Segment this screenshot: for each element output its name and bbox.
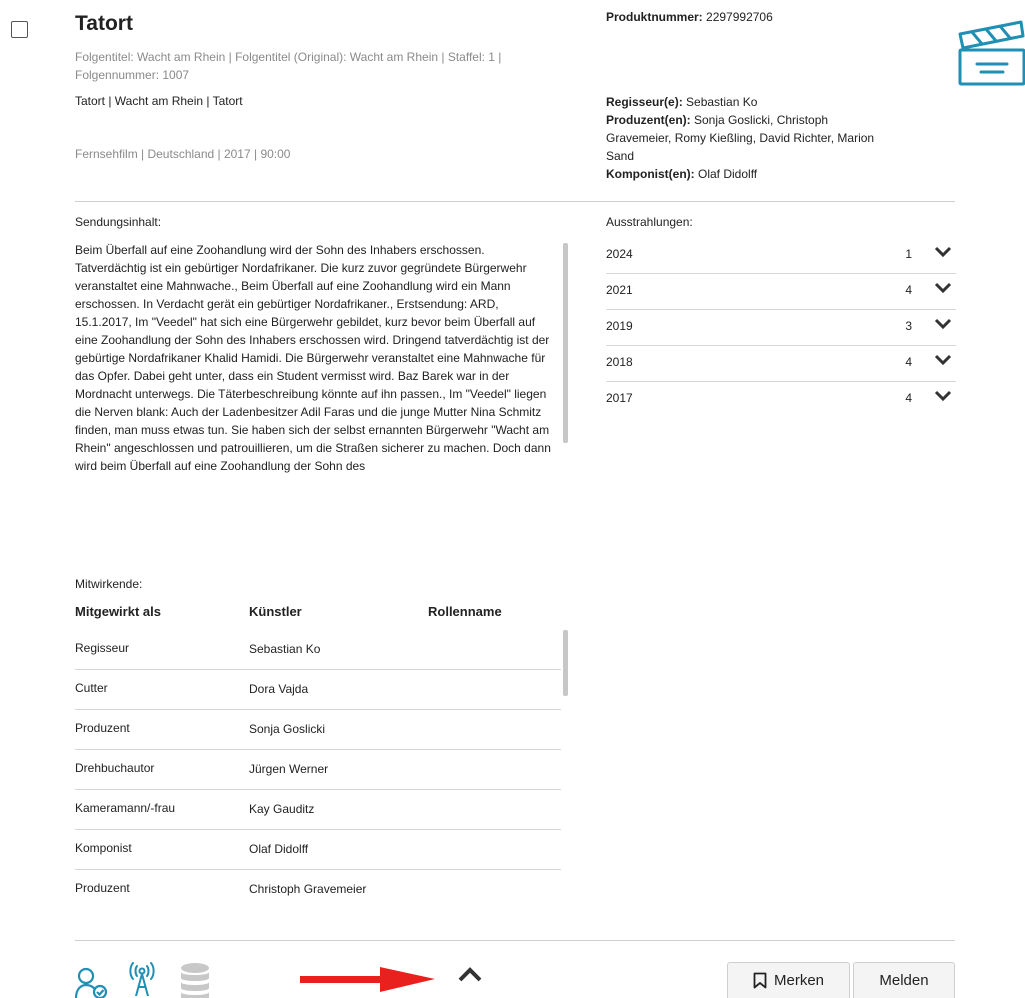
crew-col-artist: Künstler (249, 604, 302, 619)
table-row: Cutter Dora Vajda (75, 670, 561, 710)
airing-count: 1 (905, 247, 912, 261)
table-row: Komponist Olaf Didolff (75, 830, 561, 870)
airing-row-2017[interactable]: 2017 4 (606, 382, 956, 418)
header-divider (75, 201, 955, 202)
airing-count: 3 (905, 319, 912, 333)
crew-role: Komponist (75, 841, 132, 855)
crew-role: Produzent (75, 721, 130, 735)
content-text: Beim Überfall auf eine Zoohandlung wird … (75, 243, 551, 473)
product-number-label: Produktnummer: (606, 10, 703, 24)
airing-count: 4 (905, 283, 912, 297)
airings-label: Ausstrahlungen: (606, 215, 693, 229)
chevron-down-icon[interactable] (934, 352, 952, 368)
content-text-box[interactable]: Beim Überfall auf eine Zoohandlung wird … (75, 241, 565, 541)
airing-row-2019[interactable]: 2019 3 (606, 310, 956, 346)
crew-artist: Kay Gauditz (249, 802, 315, 816)
airing-row-2024[interactable]: 2024 1 (606, 238, 956, 274)
crew-role: Produzent (75, 881, 130, 895)
merken-label: Merken (773, 972, 825, 989)
table-row: Drehbuchautor Jürgen Werner (75, 750, 561, 790)
chevron-down-icon[interactable] (934, 280, 952, 296)
airings-list: 2024 1 2021 4 2019 3 2018 4 2017 4 (606, 238, 956, 418)
crew-artist: Olaf Didolff (249, 842, 309, 856)
crew-artist: Christoph Gravemeier (249, 882, 367, 896)
content-label: Sendungsinhalt: (75, 215, 162, 229)
table-row: Kameramann/-frau Kay Gauditz (75, 790, 561, 830)
series-line: Tatort | Wacht am Rhein | Tatort (75, 94, 243, 108)
crew-role: Kameramann/-frau (75, 801, 176, 815)
airing-year: 2024 (606, 247, 633, 261)
airing-count: 4 (905, 391, 912, 405)
select-checkbox[interactable] (11, 21, 28, 38)
crew-artist: Sonja Goslicki (249, 722, 326, 736)
merken-button[interactable]: Merken (727, 962, 850, 998)
crew-artist: Jürgen Werner (249, 762, 329, 776)
broadcast-icon[interactable] (128, 962, 156, 996)
bookmark-icon (753, 972, 767, 989)
airing-count: 4 (905, 355, 912, 369)
chevron-up-icon[interactable] (456, 963, 484, 985)
database-icon[interactable] (180, 963, 210, 998)
user-check-icon[interactable] (74, 966, 108, 998)
product-number: Produktnummer: 2297992706 (606, 10, 773, 24)
airing-row-2018[interactable]: 2018 4 (606, 346, 956, 382)
page-title: Tatort (75, 12, 133, 35)
credit-director: Regisseur(e): Sebastian Ko (606, 95, 758, 109)
crew-role: Cutter (75, 681, 108, 695)
crew-table: Regisseur Sebastian Ko Cutter Dora Vajda… (75, 630, 561, 922)
credit-producers: Produzent(en): Sonja Goslicki, Christoph… (606, 113, 875, 163)
airing-row-2021[interactable]: 2021 4 (606, 274, 956, 310)
melden-label: Melden (879, 972, 929, 989)
chevron-down-icon[interactable] (934, 316, 952, 332)
crew-label: Mitwirkende: (75, 577, 143, 591)
crew-role: Regisseur (75, 641, 130, 655)
airing-year: 2019 (606, 319, 633, 333)
content-scrollbar[interactable] (563, 243, 568, 443)
credit-composer: Komponist(en): Olaf Didolff (606, 167, 758, 181)
crew-artist: Sebastian Ko (249, 642, 321, 656)
table-row: Produzent Sonja Goslicki (75, 710, 561, 750)
airing-year: 2018 (606, 355, 633, 369)
chevron-down-icon[interactable] (934, 244, 952, 260)
table-row: Regisseur Sebastian Ko (75, 630, 561, 670)
footer-divider (75, 940, 955, 941)
episode-subtitle: Folgentitel: Wacht am Rhein | Folgentite… (75, 50, 502, 82)
airing-year: 2017 (606, 391, 633, 405)
crew-role: Drehbuchautor (75, 761, 155, 775)
clapperboard-icon (958, 20, 1025, 86)
product-number-value: 2297992706 (706, 10, 773, 24)
crew-col-role: Mitgewirkt als (75, 604, 161, 619)
crew-artist: Dora Vajda (249, 682, 309, 696)
credits-summary: Regisseur(e): Sebastian Ko Produzent(en)… (606, 93, 896, 183)
crew-col-character: Rollenname (428, 604, 502, 619)
crew-scrollbar[interactable] (563, 630, 568, 696)
chevron-down-icon[interactable] (934, 388, 952, 404)
table-row: Produzent Christoph Gravemeier (75, 870, 561, 922)
melden-button[interactable]: Melden (853, 962, 955, 998)
meta-line: Fernsehfilm | Deutschland | 2017 | 90:00 (75, 147, 291, 161)
airing-year: 2021 (606, 283, 633, 297)
red-arrow-icon (300, 967, 435, 992)
